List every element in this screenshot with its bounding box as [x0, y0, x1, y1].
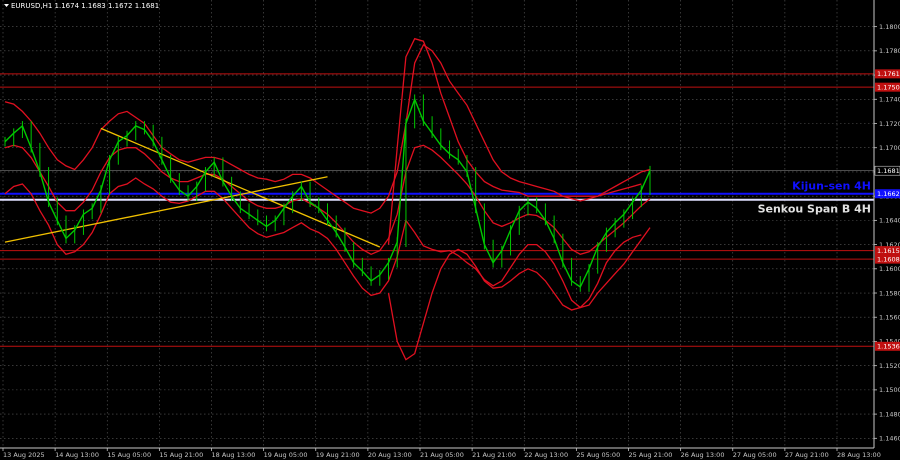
- y-tick-label: 1.1780: [879, 47, 900, 55]
- x-tick-label: 28 Aug 13:00: [837, 451, 881, 459]
- current-price-label: 1.1681: [877, 167, 900, 175]
- x-tick-label: 14 Aug 13:00: [55, 451, 99, 459]
- x-tick-label: 20 Aug 13:00: [368, 451, 412, 459]
- symbol-info: EURUSD,H1 1.1674 1.1683 1.1672 1.1681: [11, 2, 159, 10]
- x-tick-label: 19 Aug 05:00: [264, 451, 308, 459]
- x-tick-label: 21 Aug 21:00: [472, 451, 516, 459]
- x-tick-label: 21 Aug 05:00: [420, 451, 464, 459]
- level-tag-label: 1.1750: [877, 83, 900, 91]
- x-tick-label: 15 Aug 05:00: [107, 451, 151, 459]
- annotations: Kijun-sen 4H Senkou Span B 4H: [758, 179, 871, 215]
- trendline: [4, 176, 328, 243]
- band-channel-upper: [387, 37, 642, 245]
- x-tick-label: 27 Aug 05:00: [733, 451, 777, 459]
- y-tick-label: 1.1520: [879, 362, 900, 370]
- x-tick-label: 25 Aug 05:00: [576, 451, 620, 459]
- x-tick-label: 18 Aug 13:00: [212, 451, 256, 459]
- level-tag-label: 1.1536: [877, 343, 900, 351]
- level-tag-label: 1.1761: [877, 70, 900, 78]
- x-tick-label: 25 Aug 21:00: [629, 451, 673, 459]
- x-tick-label: 27 Aug 21:00: [785, 451, 829, 459]
- y-tick-label: 1.1560: [879, 314, 900, 322]
- y-tick-label: 1.1700: [879, 144, 900, 152]
- y-tick-label: 1.1740: [879, 96, 900, 104]
- chart-header: EURUSD,H1 1.1674 1.1683 1.1672 1.1681: [4, 2, 159, 10]
- y-tick-label: 1.1480: [879, 410, 900, 418]
- annotation-label: Kijun-sen 4H: [792, 179, 871, 192]
- y-tick-label: 1.1600: [879, 265, 900, 273]
- band-band-lower: [4, 177, 651, 309]
- x-tick-label: 19 Aug 21:00: [316, 451, 360, 459]
- y-tick-label: 1.1720: [879, 120, 900, 128]
- annotation-label: Senkou Span B 4H: [758, 202, 871, 215]
- level-tag-label: 1.1662: [877, 190, 900, 198]
- dropdown-triangle-icon[interactable]: [4, 4, 9, 7]
- y-tick-label: 1.1460: [879, 435, 900, 443]
- price-tags: 1.1761 1.1750 1.1662 1.16151.1608 1.1536 1.16…: [874, 69, 900, 351]
- x-tick-label: 26 Aug 13:00: [681, 451, 725, 459]
- y-tick-label: 1.1640: [879, 217, 900, 225]
- x-tick-label: 15 Aug 21:00: [159, 451, 203, 459]
- grid: [0, 0, 874, 448]
- price-chart[interactable]: 1.18001.17801.17601.17401.17201.17001.16…: [0, 0, 900, 460]
- y-tick-label: 1.1580: [879, 289, 900, 297]
- x-tick-label: 22 Aug 13:00: [524, 451, 568, 459]
- chart-window: 1.18001.17801.17601.17401.17201.17001.16…: [0, 0, 900, 460]
- x-tick-label: 13 Aug 2025: [3, 451, 45, 459]
- y-tick-label: 1.1500: [879, 386, 900, 394]
- level-tag-label: 1.1608: [877, 255, 900, 263]
- y-tick-label: 1.1800: [879, 23, 900, 31]
- level-tag-label: 1.1615: [877, 247, 900, 255]
- trendline: [100, 127, 381, 248]
- band-channel-lower: [387, 234, 642, 361]
